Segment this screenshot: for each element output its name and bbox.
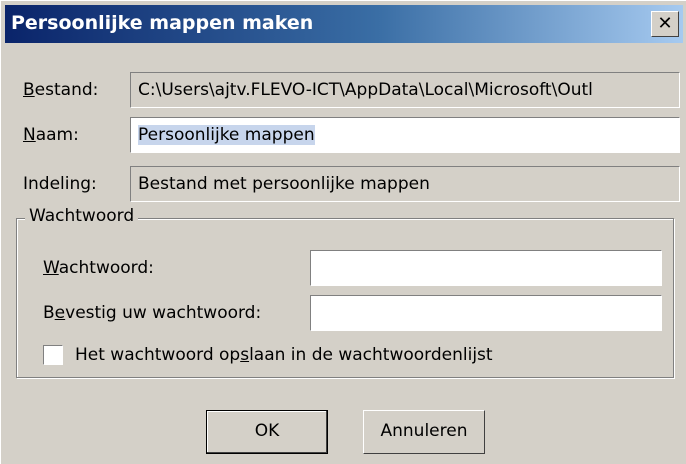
dialog-title: Persoonlijke mappen maken — [11, 12, 314, 34]
save-password-label[interactable]: Het wachtwoord opslaan in de wachtwoorde… — [75, 345, 493, 365]
file-label: Bestand: — [23, 80, 99, 100]
format-label: Indeling: — [23, 174, 97, 194]
password-label: Wachtwoord: — [43, 258, 154, 278]
name-field[interactable]: Persoonlijke mappen — [130, 117, 680, 153]
password-input[interactable] — [310, 250, 662, 286]
cancel-button[interactable]: Annuleren — [363, 410, 485, 454]
name-field-value: Persoonlijke mappen — [138, 125, 315, 145]
password-group-title: Wachtwoord — [25, 206, 139, 226]
name-label: Naam: — [23, 125, 79, 145]
format-field: Bestand met persoonlijke mappen — [130, 166, 680, 202]
file-path-field: C:\Users\ajtv.FLEVO-ICT\AppData\Local\Mi… — [130, 72, 680, 108]
ok-button[interactable]: OK — [206, 410, 328, 454]
title-bar[interactable]: Persoonlijke mappen maken ✕ — [5, 5, 683, 43]
create-personal-folders-dialog: Persoonlijke mappen maken ✕ Bestand: C:\… — [0, 0, 686, 464]
confirm-password-input[interactable] — [310, 295, 662, 331]
save-password-checkbox[interactable] — [43, 345, 63, 365]
confirm-password-label: Bevestig uw wachtwoord: — [43, 303, 262, 323]
close-button[interactable]: ✕ — [651, 11, 679, 37]
close-icon: ✕ — [657, 13, 673, 34]
